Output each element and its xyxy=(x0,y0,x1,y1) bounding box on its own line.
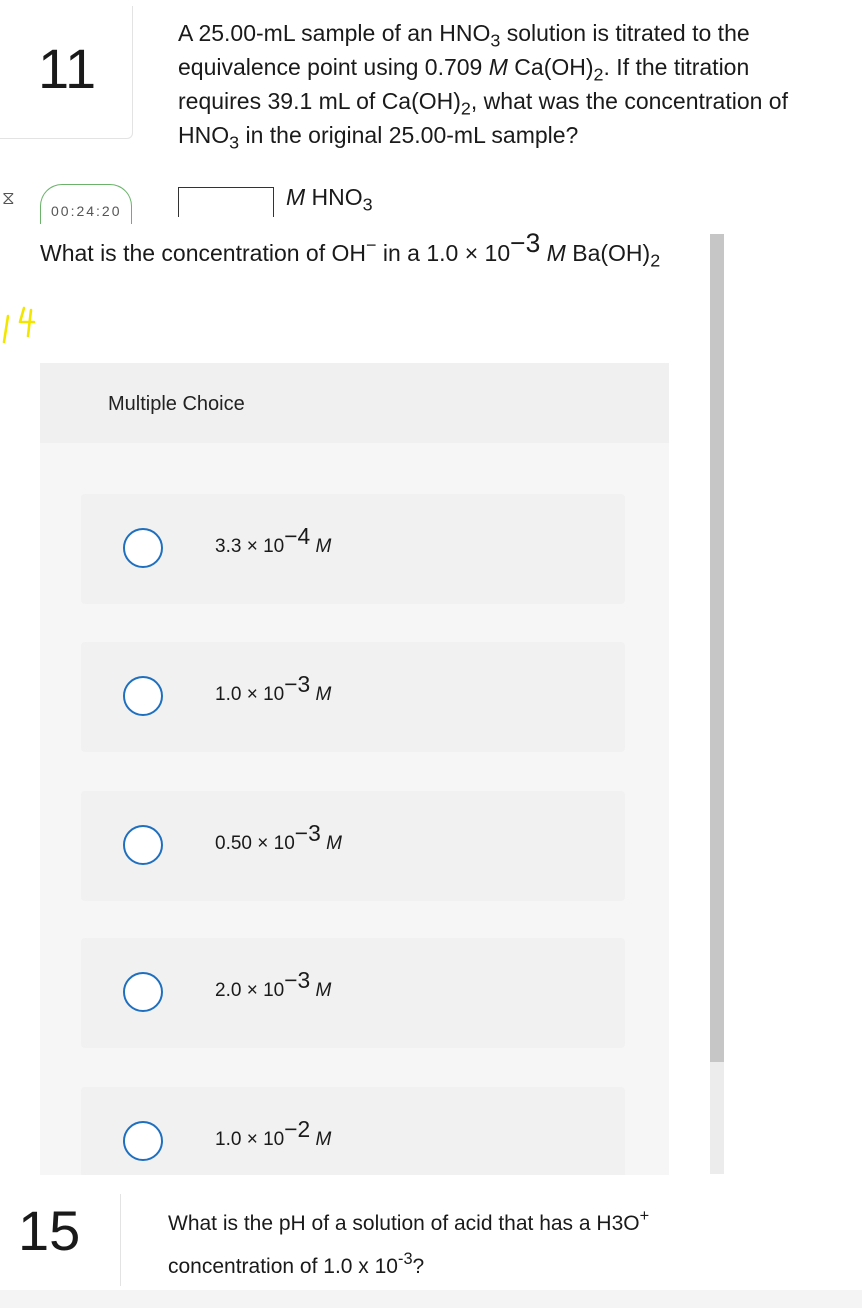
option-a[interactable]: 3.3 × 10−4 M xyxy=(81,494,625,604)
radio-button[interactable] xyxy=(123,528,163,568)
option-d[interactable]: 2.0 × 10−3 M xyxy=(81,938,625,1048)
radio-button[interactable] xyxy=(123,676,163,716)
radio-button[interactable] xyxy=(123,1121,163,1161)
option-c[interactable]: 0.50 × 10−3 M xyxy=(81,791,625,901)
divider xyxy=(120,1194,121,1286)
multiple-choice-title: Multiple Choice xyxy=(108,393,245,415)
options-list: 3.3 × 10−4 M 1.0 × 10−3 M 0.50 × 10−3 M … xyxy=(40,443,669,1175)
answer-unit-label: M HNO3 xyxy=(286,184,373,215)
answer-input[interactable] xyxy=(178,187,274,217)
option-b[interactable]: 1.0 × 10−3 M xyxy=(81,642,625,752)
option-e[interactable]: 1.0 × 10−2 M xyxy=(81,1087,625,1175)
question-14-text: What is the concentration of OH− in a 1.… xyxy=(40,227,661,271)
question-number: 11 xyxy=(38,37,97,100)
timer-text: 00:24:20 xyxy=(51,203,122,219)
question-11-number-card: 11 xyxy=(0,6,133,139)
question-number: 15 xyxy=(18,1199,81,1262)
radio-button[interactable] xyxy=(123,825,163,865)
option-label: 3.3 × 10−4 M xyxy=(215,523,332,557)
radio-button[interactable] xyxy=(123,972,163,1012)
timer-badge: 00:24:20 xyxy=(40,184,132,224)
handwritten-annotation xyxy=(2,306,36,344)
option-label: 1.0 × 10−3 M xyxy=(215,671,332,705)
bottom-bar xyxy=(0,1290,862,1308)
scrollbar-thumb[interactable] xyxy=(710,234,724,1062)
question-15-text: What is the pH of a solution of acid tha… xyxy=(168,1207,650,1278)
option-label: 0.50 × 10−3 M xyxy=(215,820,342,854)
hourglass-icon: ⧖ xyxy=(2,188,15,208)
option-label: 1.0 × 10−2 M xyxy=(215,1116,332,1150)
question-11-text: A 25.00-mL sample of an HNO3 solution is… xyxy=(178,20,788,153)
multiple-choice-panel: Multiple Choice 3.3 × 10−4 M 1.0 × 10−3 … xyxy=(40,363,669,1175)
multiple-choice-header: Multiple Choice xyxy=(40,363,669,443)
option-label: 2.0 × 10−3 M xyxy=(215,967,332,1001)
